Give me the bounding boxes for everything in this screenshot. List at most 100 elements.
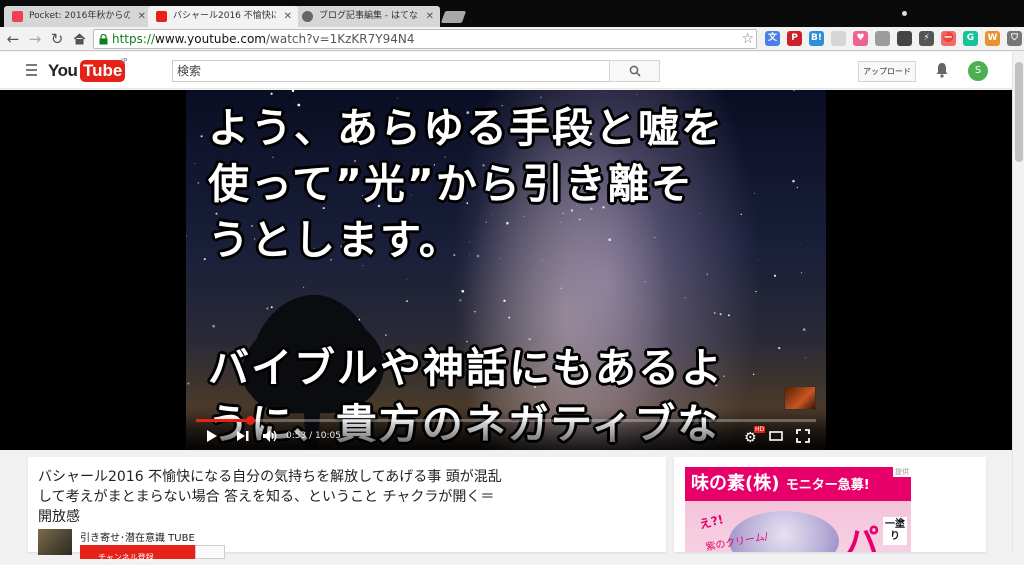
hd-badge: HD bbox=[754, 426, 766, 433]
caption-line: 使って”光”から引き離そ bbox=[208, 160, 694, 208]
video-overlay-thumbnail[interactable] bbox=[784, 386, 816, 410]
theater-mode-icon[interactable] bbox=[769, 428, 783, 444]
pocket-icon[interactable] bbox=[897, 31, 912, 46]
next-icon[interactable] bbox=[236, 428, 250, 444]
tab-youtube[interactable]: バシャール2016 不愉快になる ✕ bbox=[148, 6, 298, 27]
browser-tab-strip: Pocket: 2016年秋からの大☆ ✕ バシャール2016 不愉快になる ✕… bbox=[0, 0, 1024, 27]
subscribe-button[interactable]: チャンネル登録 bbox=[80, 545, 195, 562]
current-time: 0:53 bbox=[286, 431, 307, 441]
feedly-icon[interactable] bbox=[875, 31, 890, 46]
notification-bell-icon[interactable] bbox=[935, 62, 949, 78]
search-icon bbox=[629, 65, 641, 77]
ad-headline: 味の素(株) モニター急募! bbox=[685, 467, 911, 501]
ad-side-text: 一塗り bbox=[883, 517, 907, 545]
time-separator: / bbox=[309, 431, 313, 441]
heart-icon[interactable]: ♥ bbox=[853, 31, 868, 46]
tab-title: Pocket: 2016年秋からの大☆ bbox=[29, 11, 130, 21]
grammarly-icon[interactable]: G bbox=[963, 31, 978, 46]
reload-icon: ↻ bbox=[50, 30, 64, 48]
star-dot bbox=[800, 272, 803, 274]
ad-headline-tail: モニター急募! bbox=[785, 478, 870, 493]
pocket-icon bbox=[12, 11, 23, 22]
guide-menu-icon[interactable] bbox=[26, 64, 37, 79]
star-dot bbox=[684, 297, 686, 299]
progress-fill bbox=[196, 419, 251, 422]
star-dot bbox=[773, 274, 777, 277]
star-dot bbox=[203, 258, 206, 261]
search-button[interactable] bbox=[609, 60, 660, 82]
ad-block-icon[interactable]: ⛔ bbox=[941, 31, 956, 46]
shield-icon[interactable]: ⛉ bbox=[1007, 31, 1022, 46]
star-dot bbox=[793, 90, 795, 92]
video-info-card: バシャール2016 不愉快になる自分の気持ちを解放してあげる事 頭が混乱して考え… bbox=[28, 457, 666, 562]
back-button[interactable]: ← bbox=[4, 30, 22, 48]
star-dot bbox=[713, 312, 716, 314]
star-dot bbox=[406, 300, 408, 303]
youtube-icon bbox=[156, 11, 167, 22]
star-dot bbox=[212, 324, 215, 328]
star-dot bbox=[406, 278, 408, 280]
channel-thumbnail[interactable] bbox=[38, 529, 72, 555]
address-bar[interactable]: https://www.youtube.com/watch?v=1KzKR7Y9… bbox=[93, 29, 757, 49]
play-icon[interactable] bbox=[206, 428, 218, 444]
star-dot bbox=[397, 97, 398, 99]
tab-title: ブログ記事編集 - はてなブロ bbox=[319, 11, 418, 21]
upload-button[interactable]: アップロード bbox=[858, 61, 916, 82]
w-icon[interactable]: W bbox=[985, 31, 1000, 46]
star-dot bbox=[194, 163, 196, 165]
translate-icon[interactable]: 文 bbox=[765, 31, 780, 46]
hatena-bookmark-icon[interactable]: B! bbox=[809, 31, 824, 46]
advertisement[interactable]: 味の素(株) モニター急募! 提供 え?! 紫のクリーム/ パ 一塗り bbox=[685, 467, 911, 552]
volume-icon[interactable] bbox=[262, 428, 278, 444]
lightning-icon[interactable]: ⚡ bbox=[919, 31, 934, 46]
home-icon bbox=[73, 33, 85, 45]
player-controls: 0:53 / 10:05 ⚙ HD bbox=[186, 415, 826, 450]
youtube-masthead: You Tube JP 検索 アップロード S bbox=[0, 52, 1012, 89]
search-input[interactable]: 検索 bbox=[172, 60, 610, 82]
url-path: /watch?v=1KzKR7Y94N4 bbox=[265, 32, 415, 46]
subscriber-count bbox=[195, 545, 225, 559]
star-dot bbox=[644, 281, 646, 283]
video-player[interactable]: よう、あらゆる手段と嘘を 使って”光”から引き離そ うとします。 バイブルや神話… bbox=[0, 90, 1012, 450]
fullscreen-icon[interactable] bbox=[796, 428, 810, 444]
bookmark-star-icon[interactable]: ☆ bbox=[741, 30, 754, 48]
sidebar-card: 味の素(株) モニター急募! 提供 え?! 紫のクリーム/ パ 一塗り bbox=[674, 457, 986, 552]
star-dot bbox=[200, 135, 203, 138]
subscribe-label: チャンネル登録 bbox=[98, 553, 154, 562]
close-icon[interactable]: ✕ bbox=[426, 6, 434, 27]
url-text: https://www.youtube.com/watch?v=1KzKR7Y9… bbox=[112, 30, 414, 48]
caption-line: バイブルや神話にもあるよ bbox=[208, 344, 724, 392]
video-frame[interactable]: よう、あらゆる手段と嘘を 使って”光”から引き離そ うとします。 バイブルや神話… bbox=[186, 90, 826, 450]
channel-name[interactable]: 引き寄せ･潜在意識 TUBE bbox=[80, 529, 195, 544]
ad-headline-mid: (株) bbox=[745, 473, 780, 494]
ad-choices-label[interactable]: 提供 bbox=[893, 467, 911, 477]
star-dot bbox=[802, 328, 806, 331]
scrollbar-thumb[interactable] bbox=[1015, 62, 1023, 162]
logo-region: JP bbox=[121, 57, 128, 65]
star-dot bbox=[503, 299, 506, 302]
arrow-left-icon: ← bbox=[6, 30, 20, 48]
progress-bar[interactable] bbox=[196, 416, 816, 425]
star-dot bbox=[540, 96, 542, 98]
page-scrollbar[interactable] bbox=[1012, 52, 1024, 552]
close-icon[interactable]: ✕ bbox=[284, 6, 292, 27]
star-dot bbox=[755, 290, 757, 293]
video-title: バシャール2016 不愉快になる自分の気持ちを解放してあげる事 頭が混乱して考え… bbox=[38, 469, 502, 525]
tab-pocket[interactable]: Pocket: 2016年秋からの大☆ ✕ bbox=[4, 6, 152, 27]
extension-icon[interactable] bbox=[831, 31, 846, 46]
avatar[interactable]: S bbox=[968, 61, 988, 81]
forward-button[interactable]: → bbox=[26, 30, 44, 48]
tab-hatena[interactable]: ブログ記事編集 - はてなブロ ✕ bbox=[294, 6, 440, 27]
star-dot bbox=[560, 287, 563, 290]
star-dot bbox=[187, 382, 190, 385]
caption-line: よう、あらゆる手段と嘘を bbox=[208, 104, 724, 152]
logo-you: You bbox=[48, 61, 78, 80]
star-dot bbox=[604, 91, 606, 93]
reload-button[interactable]: ↻ bbox=[48, 30, 66, 48]
progress-scrubber[interactable] bbox=[246, 416, 256, 425]
pinterest-icon[interactable]: P bbox=[787, 31, 802, 46]
star-dot bbox=[186, 235, 187, 237]
new-tab-button[interactable] bbox=[440, 11, 467, 23]
home-button[interactable] bbox=[70, 30, 88, 48]
close-icon[interactable]: ✕ bbox=[138, 6, 146, 27]
